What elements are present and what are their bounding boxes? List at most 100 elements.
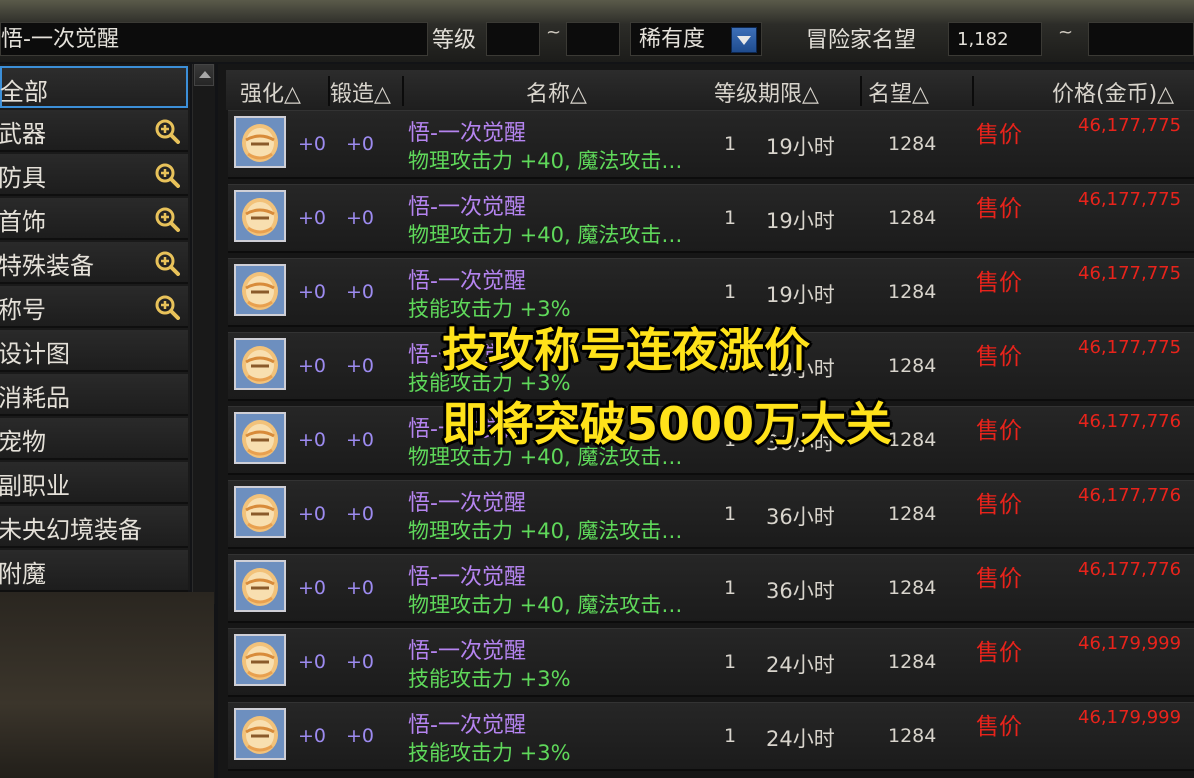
category-title[interactable]: 称号 bbox=[0, 286, 188, 328]
level-min-input[interactable] bbox=[486, 22, 540, 56]
level-value: 1 bbox=[724, 133, 737, 155]
category-label: 特殊装备 bbox=[0, 252, 94, 280]
col-price-header[interactable]: 价格(金币)△ bbox=[1052, 76, 1174, 108]
forge-value: +0 bbox=[346, 725, 375, 747]
item-name[interactable]: 悟-一次觉醒 bbox=[408, 559, 526, 591]
category-label: 副职业 bbox=[0, 472, 70, 500]
forge-value: +0 bbox=[346, 651, 375, 673]
item-name[interactable]: 悟-一次觉醒 bbox=[408, 263, 526, 295]
category-sub-job[interactable]: 副职业 bbox=[0, 462, 188, 504]
price-value: 46,177,776 bbox=[1078, 559, 1182, 580]
forge-value: +0 bbox=[346, 207, 375, 229]
category-label: 未央幻境装备 bbox=[0, 516, 142, 544]
expiry-value: 24小时 bbox=[766, 653, 835, 677]
keyword-input[interactable]: 悟-一次觉醒 bbox=[0, 22, 428, 56]
expiry-value: 19小时 bbox=[766, 135, 835, 159]
category-consumable[interactable]: 消耗品 bbox=[0, 374, 188, 416]
col-level-expiry-header[interactable]: 等级期限△ bbox=[714, 76, 819, 108]
price-value: 46,177,776 bbox=[1078, 485, 1182, 506]
enhance-value: +0 bbox=[298, 503, 327, 525]
table-row[interactable]: +0 +0 悟-一次觉醒 技能攻击力 +3% 1 24小时 1284 售价 46… bbox=[228, 702, 1194, 771]
item-name[interactable]: 悟-一次觉醒 bbox=[408, 485, 526, 517]
scroll-up-icon[interactable] bbox=[194, 64, 214, 86]
category-armor[interactable]: 防具 bbox=[0, 154, 188, 196]
sidebar-scrollbar[interactable] bbox=[192, 64, 215, 604]
enhance-value: +0 bbox=[298, 355, 327, 377]
item-icon[interactable] bbox=[234, 634, 286, 686]
sale-label: 售价 bbox=[976, 344, 1022, 370]
search-bar: 悟-一次觉醒 等级 ~ 稀有度 冒险家名望 1,182 ~ bbox=[0, 0, 1194, 62]
col-forge-header[interactable]: 锻造△ bbox=[330, 76, 391, 108]
category-label: 防具 bbox=[0, 164, 46, 192]
category-label: 宠物 bbox=[0, 428, 46, 456]
item-icon[interactable] bbox=[234, 486, 286, 538]
item-icon[interactable] bbox=[234, 708, 286, 760]
col-fame-header[interactable]: 名望△ bbox=[868, 76, 929, 108]
sale-label: 售价 bbox=[976, 714, 1022, 740]
category-pet[interactable]: 宠物 bbox=[0, 418, 188, 460]
price-value: 46,177,775 bbox=[1078, 337, 1182, 358]
item-name[interactable]: 悟-一次觉醒 bbox=[408, 115, 526, 147]
table-row[interactable]: +0 +0 悟-一次觉醒 物理攻击力 +40, 魔法攻击… 1 19小时 128… bbox=[228, 110, 1194, 179]
category-sidebar: 全部 武器 防具 首饰 特殊装备 称号 设计图 消耗品 宠物 副职业 未央幻境装… bbox=[0, 64, 190, 592]
col-enhance-header[interactable]: 强化△ bbox=[240, 76, 301, 108]
expiry-value: 36小时 bbox=[766, 505, 835, 529]
item-name[interactable]: 悟-一次觉醒 bbox=[408, 707, 526, 739]
rarity-select[interactable]: 稀有度 bbox=[630, 22, 762, 56]
expiry-value: 24小时 bbox=[766, 727, 835, 751]
category-all[interactable]: 全部 bbox=[0, 66, 188, 108]
item-description: 物理攻击力 +40, 魔法攻击… bbox=[408, 519, 683, 543]
item-icon[interactable] bbox=[234, 338, 286, 390]
category-accessory[interactable]: 首饰 bbox=[0, 198, 188, 240]
fame-value: 1284 bbox=[888, 429, 937, 451]
overlay-subheadline: 即将突破5000万大关 bbox=[442, 397, 893, 451]
table-row[interactable]: +0 +0 悟-一次觉醒 技能攻击力 +3% 1 24小时 1284 售价 46… bbox=[228, 628, 1194, 697]
table-row[interactable]: +0 +0 悟-一次觉醒 物理攻击力 +40, 魔法攻击… 1 19小时 128… bbox=[228, 184, 1194, 253]
item-icon[interactable] bbox=[234, 264, 286, 316]
col-name-header[interactable]: 名称△ bbox=[526, 76, 587, 108]
sale-label: 售价 bbox=[976, 566, 1022, 592]
category-weapon[interactable]: 武器 bbox=[0, 110, 188, 152]
expiry-value: 19小时 bbox=[766, 209, 835, 233]
item-icon[interactable] bbox=[234, 190, 286, 242]
level-max-input[interactable] bbox=[566, 22, 620, 56]
zoom-in-icon[interactable] bbox=[154, 162, 180, 188]
table-row[interactable]: +0 +0 悟-一次觉醒 物理攻击力 +40, 魔法攻击… 1 36小时 128… bbox=[228, 554, 1194, 623]
enhance-value: +0 bbox=[298, 725, 327, 747]
rarity-select-label: 稀有度 bbox=[639, 27, 706, 52]
zoom-in-icon[interactable] bbox=[154, 250, 180, 276]
fame-value: 1284 bbox=[888, 281, 937, 303]
fame-max-input[interactable] bbox=[1088, 22, 1194, 56]
enhance-value: +0 bbox=[298, 281, 327, 303]
fame-min-input[interactable]: 1,182 bbox=[948, 22, 1042, 56]
fame-value: 1284 bbox=[888, 725, 937, 747]
fame-range-tilde: ~ bbox=[1058, 22, 1074, 43]
zoom-in-icon[interactable] bbox=[154, 294, 180, 320]
level-range-tilde: ~ bbox=[546, 22, 562, 43]
category-weiyang-equipment[interactable]: 未央幻境装备 bbox=[0, 506, 188, 548]
zoom-in-icon[interactable] bbox=[154, 118, 180, 144]
forge-value: +0 bbox=[346, 429, 375, 451]
category-label: 全部 bbox=[0, 78, 48, 106]
category-blueprint[interactable]: 设计图 bbox=[0, 330, 188, 372]
level-value: 1 bbox=[724, 725, 737, 747]
category-enchant[interactable]: 附魔 bbox=[0, 550, 188, 592]
fame-value: 1284 bbox=[888, 355, 937, 377]
level-label: 等级 bbox=[432, 28, 477, 53]
category-label: 称号 bbox=[0, 296, 46, 324]
fame-value: 1284 bbox=[888, 577, 937, 599]
item-name[interactable]: 悟-一次觉醒 bbox=[408, 633, 526, 665]
item-icon[interactable] bbox=[234, 116, 286, 168]
category-special-equipment[interactable]: 特殊装备 bbox=[0, 242, 188, 284]
price-value: 46,177,775 bbox=[1078, 115, 1182, 136]
chevron-down-icon[interactable] bbox=[731, 27, 757, 53]
item-name[interactable]: 悟-一次觉醒 bbox=[408, 189, 526, 221]
zoom-in-icon[interactable] bbox=[154, 206, 180, 232]
price-value: 46,177,775 bbox=[1078, 263, 1182, 284]
table-row[interactable]: +0 +0 悟-一次觉醒 物理攻击力 +40, 魔法攻击… 1 36小时 128… bbox=[228, 480, 1194, 549]
sale-label: 售价 bbox=[976, 270, 1022, 296]
item-icon[interactable] bbox=[234, 412, 286, 464]
level-value: 1 bbox=[724, 651, 737, 673]
price-value: 46,177,775 bbox=[1078, 189, 1182, 210]
item-icon[interactable] bbox=[234, 560, 286, 612]
